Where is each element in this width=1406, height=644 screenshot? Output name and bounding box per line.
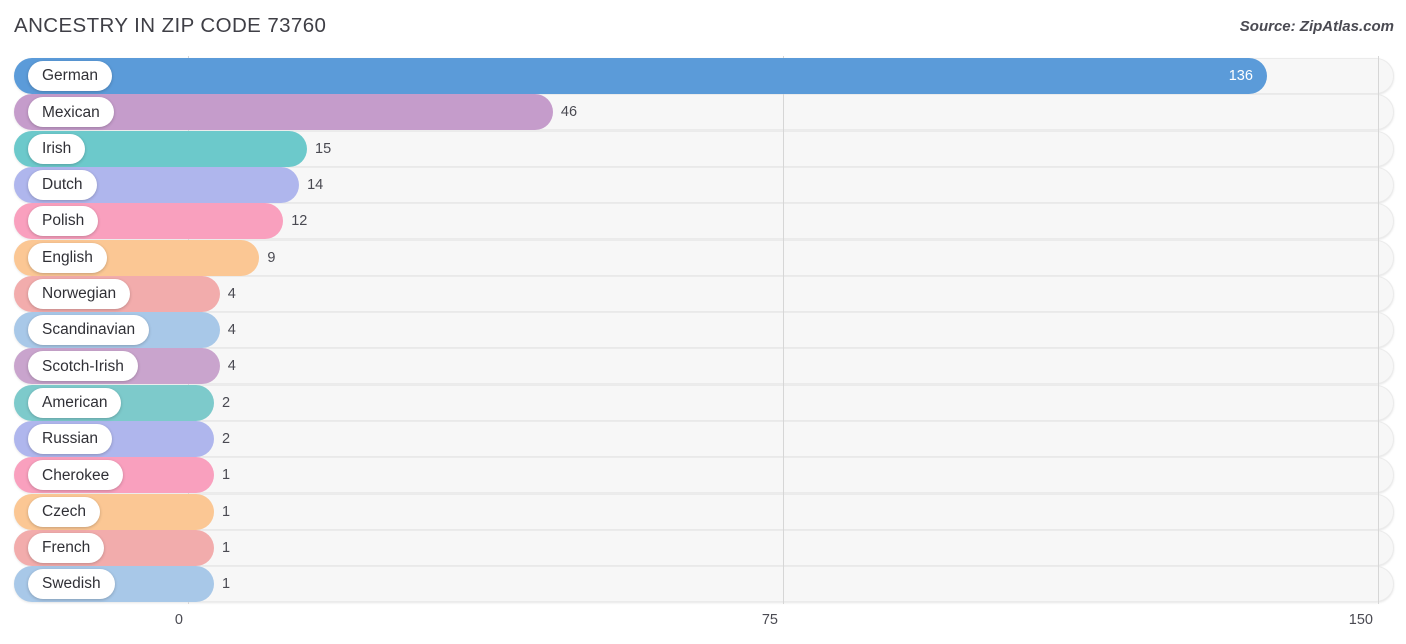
bar-label: Dutch — [42, 176, 83, 194]
chart-row[interactable]: American 2 — [0, 384, 1406, 421]
bar-label: German — [42, 67, 98, 85]
bar-value: 136 — [1228, 68, 1253, 84]
bar-label: Scandinavian — [42, 321, 136, 339]
bar-value: 4 — [227, 358, 236, 375]
bar-track — [14, 348, 1394, 385]
chart-row[interactable]: Scandinavian 4 — [0, 312, 1406, 349]
bar-label: Czech — [42, 502, 86, 520]
bar-track — [14, 384, 1394, 421]
chart-row[interactable]: Swedish 1 — [0, 566, 1406, 603]
bar-value: 46 — [560, 104, 578, 121]
bar-value: 14 — [307, 176, 324, 193]
source-attribution: Source: ZipAtlas.com — [1239, 18, 1394, 35]
bar-value: 2 — [222, 431, 231, 447]
bar-value: 2 — [222, 394, 231, 411]
bar-label-pill: German — [28, 61, 112, 91]
bar-german[interactable] — [14, 58, 1267, 94]
bar-label: Irish — [42, 139, 72, 157]
x-axis: 0 75 150 — [0, 604, 1406, 644]
chart-row[interactable]: Scotch-Irish 4 — [0, 348, 1406, 385]
bar-value: 1 — [222, 467, 231, 484]
bar-label-pill: Dutch — [28, 169, 97, 200]
bar-label: American — [42, 393, 108, 411]
bar-label-pill: American — [28, 387, 122, 418]
bar-label: French — [42, 539, 91, 557]
bar-value: 4 — [227, 322, 236, 339]
chart-plot-area: German 136 Mexican 46 Irish 15 Dutch 14 Polish 12… — [0, 56, 1406, 604]
bar-track — [14, 421, 1394, 457]
bar-track — [14, 312, 1394, 349]
chart-row[interactable]: Russian 2 — [0, 421, 1406, 457]
bar-label-pill: Scandinavian — [28, 315, 150, 346]
bar-label-pill: Czech — [28, 496, 100, 527]
page-title: ANCESTRY IN ZIP CODE 73760 — [14, 14, 327, 37]
chart-row[interactable]: Norwegian 4 — [0, 275, 1406, 312]
bar-label-pill: Mexican — [28, 97, 114, 128]
bar-label-pill: Irish — [28, 133, 86, 164]
bar-label: Mexican — [42, 103, 100, 121]
bar-value: 1 — [222, 539, 231, 556]
gridline-150 — [1378, 56, 1379, 604]
bar-label-pill: Polish — [28, 206, 99, 237]
bar-track — [14, 493, 1394, 530]
chart-row[interactable]: Czech 1 — [0, 493, 1406, 530]
x-tick-label: 150 — [1348, 612, 1373, 628]
chart-row[interactable]: Mexican 46 — [0, 94, 1406, 131]
bar-track — [14, 566, 1394, 603]
bar-label: Scotch-Irish — [42, 357, 124, 375]
bar-label-pill: Norwegian — [28, 278, 131, 309]
bar-label: Cherokee — [42, 466, 110, 484]
bar-label: Norwegian — [42, 285, 117, 303]
bar-label-pill: Russian — [28, 424, 112, 454]
gridline-75 — [783, 56, 784, 604]
bar-value: 9 — [267, 249, 276, 266]
chart-header: ANCESTRY IN ZIP CODE 73760 Source: ZipAt… — [0, 0, 1406, 52]
bar-label: Russian — [42, 430, 98, 448]
chart-row[interactable]: Polish 12 — [0, 203, 1406, 240]
bar-label: English — [42, 248, 93, 266]
chart-row[interactable]: English 9 — [0, 239, 1406, 276]
bar-value: 1 — [222, 576, 231, 593]
bar-value: 15 — [315, 140, 332, 157]
bar-track — [14, 275, 1394, 312]
chart-row[interactable]: Cherokee 1 — [0, 457, 1406, 494]
chart-row[interactable]: French 1 — [0, 529, 1406, 566]
bar-label-pill: English — [28, 242, 107, 273]
chart-row[interactable]: Irish 15 — [0, 130, 1406, 167]
bar-label-pill: Cherokee — [28, 460, 124, 491]
bar-label: Swedish — [42, 575, 101, 593]
chart-row[interactable]: German 136 — [0, 58, 1406, 94]
bar-track — [14, 529, 1394, 566]
bar-value: 1 — [222, 503, 231, 520]
bar-label: Polish — [42, 212, 85, 230]
bar-value: 4 — [227, 285, 236, 302]
chart-row[interactable]: Dutch 14 — [0, 166, 1406, 203]
x-tick-label: 75 — [761, 612, 778, 628]
bar-track — [14, 457, 1394, 494]
x-tick-label: 0 — [174, 612, 183, 628]
bar-label-pill: French — [28, 532, 105, 563]
bar-label-pill: Swedish — [28, 569, 115, 600]
bar-label-pill: Scotch-Irish — [28, 351, 138, 382]
bar-value: 12 — [291, 213, 308, 230]
